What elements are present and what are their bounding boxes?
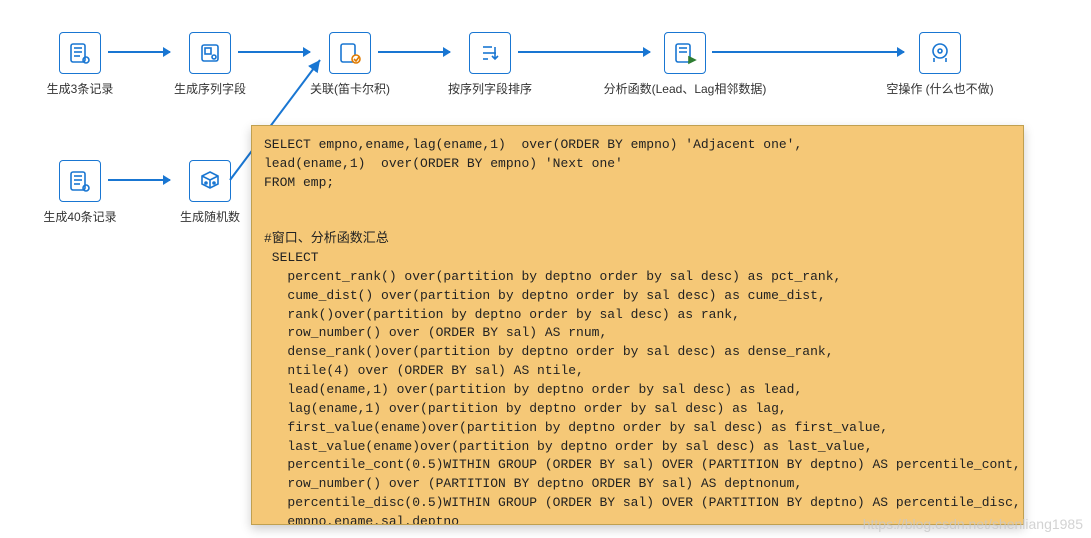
arrow [712, 51, 904, 53]
list-gear-icon [59, 160, 101, 202]
list-gear-icon [59, 32, 101, 74]
node-gen40[interactable]: 生成40条记录 [30, 160, 130, 225]
sql-code-text: SELECT empno,ename,lag(ename,1) over(ORD… [264, 136, 1011, 525]
diagram-canvas: 生成3条记录 生成序列字段 关联(笛卡尔积) 按序列字段排序 分析函数(Lead… [0, 0, 1091, 538]
sort-icon [469, 32, 511, 74]
watermark-text: https://blog.csdn.net/shenliang1985 [863, 516, 1083, 532]
arrow [378, 51, 450, 53]
node-label: 按序列字段排序 [448, 80, 532, 97]
sql-code-box: SELECT empno,ename,lag(ename,1) over(ORD… [251, 125, 1024, 525]
node-label: 生成40条记录 [43, 208, 116, 225]
script-play-icon [664, 32, 706, 74]
node-sort[interactable]: 按序列字段排序 [440, 32, 540, 97]
node-noop[interactable]: 空操作 (什么也不做) [860, 32, 1020, 97]
node-analytic[interactable]: 分析函数(Lead、Lag相邻数据) [595, 32, 775, 97]
arrow [518, 51, 650, 53]
node-label: 生成随机数 [180, 208, 240, 225]
node-label: 生成3条记录 [47, 80, 114, 97]
node-label: 空操作 (什么也不做) [886, 80, 993, 97]
brain-gear-icon [919, 32, 961, 74]
node-gen3[interactable]: 生成3条记录 [30, 32, 130, 97]
arrow [108, 51, 170, 53]
arrow [108, 179, 170, 181]
node-label: 分析函数(Lead、Lag相邻数据) [604, 80, 767, 97]
